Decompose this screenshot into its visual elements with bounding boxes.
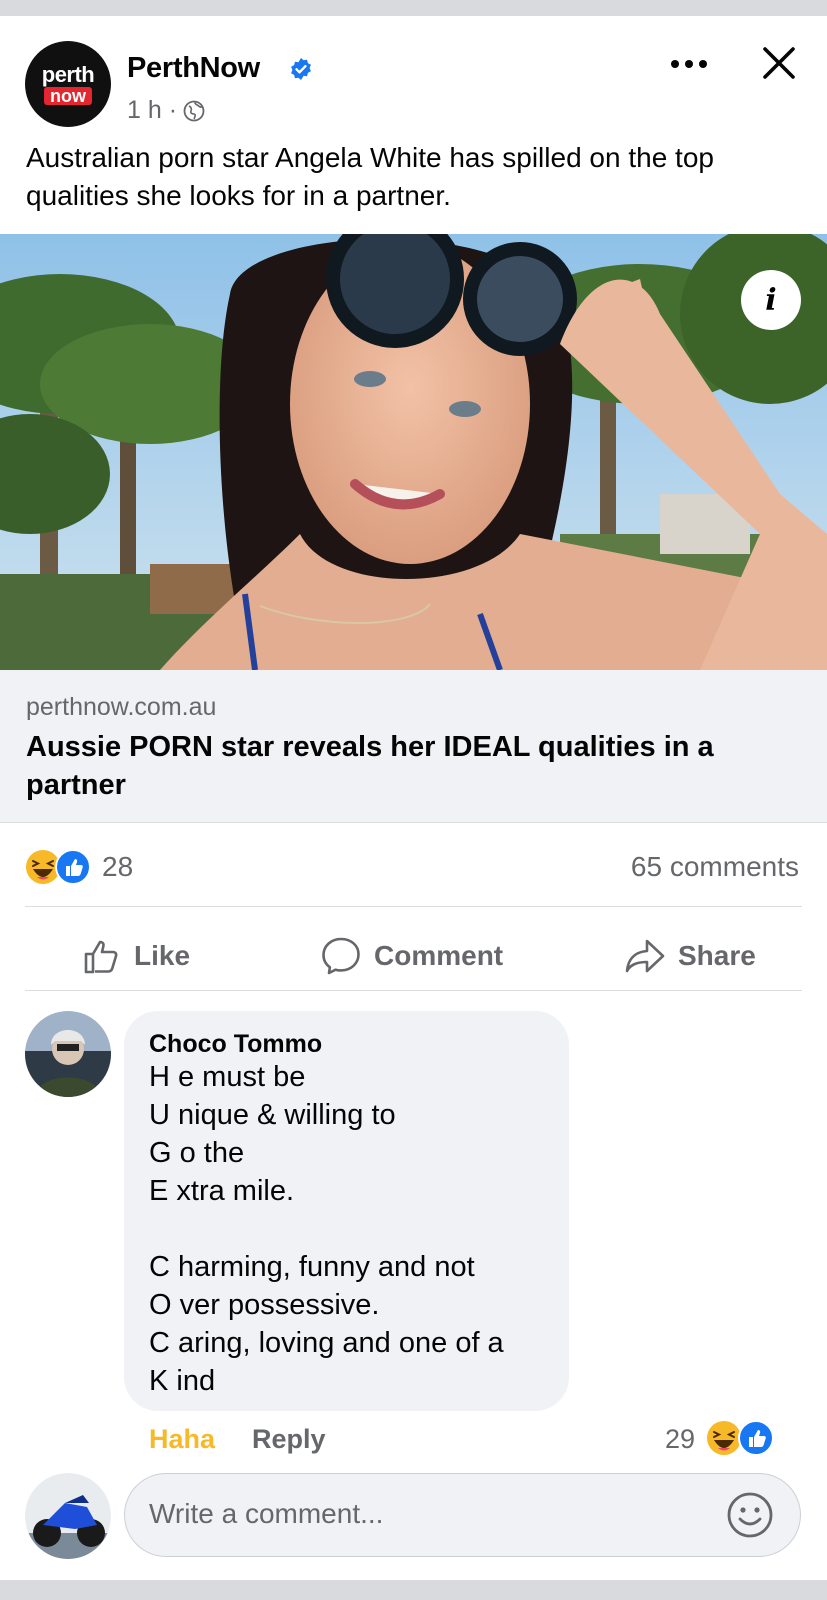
comment-line: K ind xyxy=(149,1365,216,1397)
thumbs-up-icon xyxy=(84,940,118,974)
link-preview-image[interactable] xyxy=(0,234,827,670)
like-reaction-icon xyxy=(55,849,91,885)
comment-label: Comment xyxy=(374,940,504,971)
share-button[interactable]: Share xyxy=(624,930,756,982)
page-avatar[interactable]: perth now xyxy=(25,41,111,127)
more-options-icon[interactable] xyxy=(668,54,710,74)
logo-text-now: now xyxy=(44,86,92,105)
comment-line: O ver possessive. xyxy=(149,1289,380,1321)
post-time[interactable]: 1 h · xyxy=(127,96,177,125)
page-name[interactable]: PerthNow xyxy=(127,52,260,85)
motorcycle-avatar-image xyxy=(25,1473,111,1559)
reaction-count[interactable]: 28 xyxy=(102,851,133,883)
divider xyxy=(25,906,802,907)
share-label: Share xyxy=(678,940,756,971)
close-icon[interactable] xyxy=(760,44,798,82)
comment-input-placeholder[interactable]: Write a comment... xyxy=(149,1498,383,1530)
verified-badge-icon xyxy=(291,58,311,80)
share-arrow-icon xyxy=(625,939,665,973)
link-domain: perthnow.com.au xyxy=(26,693,217,721)
comment-author[interactable]: Choco Tommo xyxy=(149,1030,322,1059)
logo-text-perth: perth xyxy=(41,61,95,87)
comment-bubble-icon xyxy=(322,937,360,975)
divider xyxy=(25,990,802,991)
comment-reaction-count[interactable]: 29 xyxy=(665,1424,695,1455)
reaction-summary[interactable] xyxy=(25,849,91,885)
info-icon[interactable]: i xyxy=(741,270,801,330)
like-button[interactable]: Like xyxy=(82,930,190,982)
like-reaction-icon xyxy=(738,1420,774,1456)
like-label: Like xyxy=(134,940,191,971)
user-avatar[interactable] xyxy=(25,1473,111,1559)
comment-line: E xtra mile. xyxy=(149,1175,295,1207)
post-text: Australian porn star Angela White has sp… xyxy=(26,142,714,211)
emoji-icon[interactable] xyxy=(726,1491,774,1539)
haha-reaction-button[interactable]: Haha xyxy=(149,1424,215,1455)
post-meta: 1 h · xyxy=(127,96,205,125)
photo-illustration xyxy=(0,234,827,670)
bottom-separator xyxy=(0,1580,827,1600)
pilot-avatar-image xyxy=(25,1011,111,1097)
globe-icon xyxy=(183,100,205,121)
comment-line: G o the xyxy=(149,1137,245,1169)
reply-button[interactable]: Reply xyxy=(252,1424,326,1455)
comment-count[interactable]: 65 comments xyxy=(631,851,799,883)
commenter-avatar[interactable] xyxy=(25,1011,111,1097)
comment-line: U nique & willing to xyxy=(149,1099,396,1131)
comment-line: C aring, loving and one of a xyxy=(149,1327,504,1359)
haha-reaction-icon xyxy=(707,1421,741,1455)
link-title[interactable]: Aussie PORN star reveals her IDEAL quali… xyxy=(26,728,786,804)
comment-line: C harming, funny and not xyxy=(149,1251,475,1283)
top-separator xyxy=(0,0,827,16)
comment-line: H e must be xyxy=(149,1061,306,1093)
comment-button[interactable]: Comment xyxy=(320,930,503,982)
